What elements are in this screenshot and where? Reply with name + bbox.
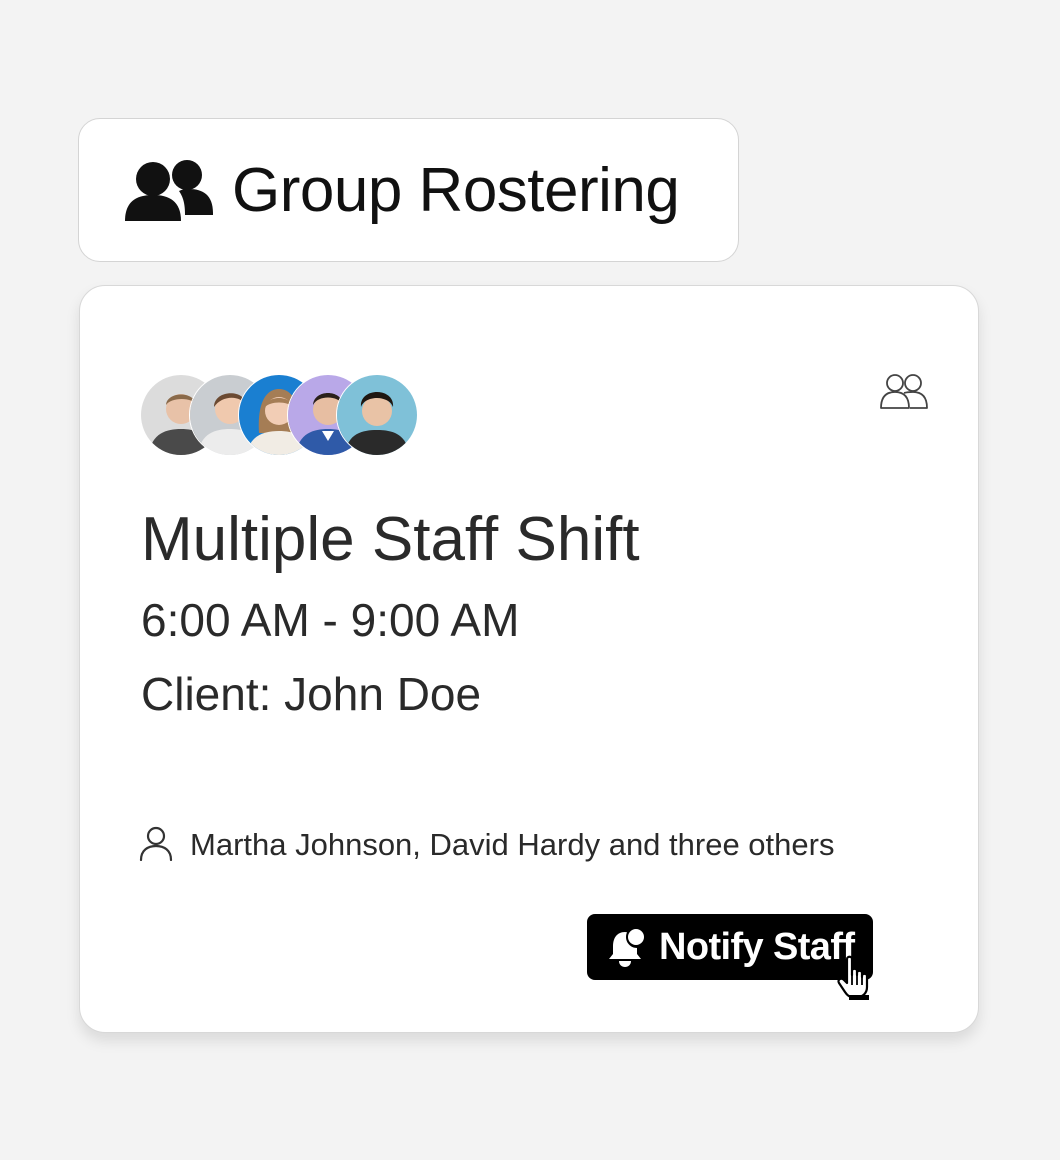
staff-summary: Martha Johnson, David Hardy and three ot… <box>190 827 835 862</box>
notify-staff-button[interactable]: Notify Staff <box>587 914 873 980</box>
person-icon <box>139 826 173 861</box>
shift-card[interactable]: Multiple Staff Shift 6:00 AM - 9:00 AM C… <box>79 285 979 1033</box>
staff-avatars <box>140 374 420 456</box>
group-rostering-header: Group Rostering <box>78 118 739 262</box>
shift-time: 6:00 AM - 9:00 AM <box>141 594 520 646</box>
users-outline-icon <box>880 374 928 409</box>
hand-pointer-cursor-icon <box>837 955 869 1000</box>
assigned-staff: Martha Johnson, David Hardy and three ot… <box>138 822 898 864</box>
shift-client: Client: John Doe <box>141 668 482 720</box>
page-title: Group Rostering <box>232 156 680 225</box>
avatar <box>336 374 418 456</box>
shift-title: Multiple Staff Shift <box>141 505 640 574</box>
bell-notification-icon <box>609 929 644 967</box>
users-filled-icon <box>125 160 213 221</box>
notify-staff-label: Notify Staff <box>659 926 855 968</box>
